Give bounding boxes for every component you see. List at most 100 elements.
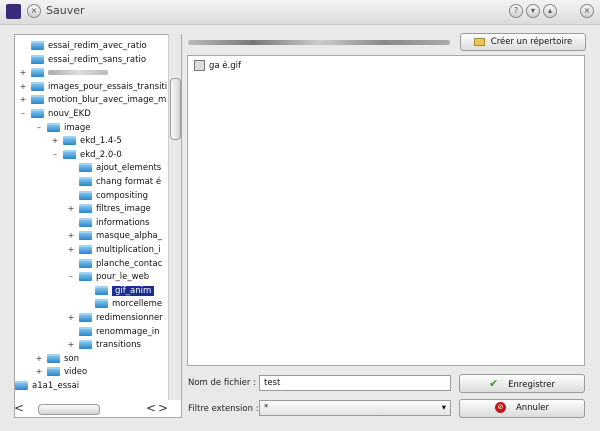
folder-icon bbox=[79, 177, 92, 186]
tree-item-label: planche_contac bbox=[96, 258, 163, 269]
tree-item[interactable]: – image bbox=[37, 121, 90, 135]
tree-item[interactable]: + images_pour_essais_transiti bbox=[20, 80, 168, 94]
tree-item[interactable]: + filtres_image bbox=[68, 202, 151, 216]
tree-item-label: redimensionner bbox=[96, 313, 163, 323]
minimize-icon[interactable]: ▾ bbox=[526, 4, 540, 18]
cancel-button[interactable]: ⊘ Annuler bbox=[459, 399, 585, 418]
new-folder-icon bbox=[473, 37, 485, 46]
expand-icon[interactable]: + bbox=[19, 93, 27, 107]
expand-icon[interactable]: + bbox=[19, 80, 27, 94]
save-button[interactable]: ✔ Enregistrer bbox=[459, 374, 585, 393]
path-breadcrumb[interactable] bbox=[188, 40, 450, 45]
window-menu-icon[interactable]: × bbox=[27, 4, 41, 18]
folder-icon bbox=[95, 285, 108, 295]
tree-vertical-scrollbar[interactable] bbox=[168, 34, 181, 400]
tree-item[interactable]: essai_redim_sans_ratio bbox=[31, 53, 146, 67]
window-title: Sauver bbox=[46, 4, 85, 17]
scroll-right-arrow-icon[interactable]: > bbox=[158, 401, 168, 415]
tree-item[interactable]: + ekd_1.4-5 bbox=[52, 134, 122, 148]
folder-icon bbox=[47, 122, 60, 132]
title-bar: × Sauver ? ▾ ▴ × bbox=[0, 0, 600, 25]
tree-item-label: morcelleme bbox=[112, 299, 163, 310]
tree-item[interactable]: chang format é bbox=[79, 175, 161, 189]
tree-item[interactable]: + motion_blur_avec_image_m bbox=[20, 93, 167, 107]
tree-item-label: motion_blur_avec_image_m bbox=[48, 95, 167, 106]
folder-icon bbox=[79, 340, 92, 350]
close-icon[interactable]: × bbox=[580, 4, 594, 18]
tree-item-label: images_pour_essais_transiti bbox=[48, 81, 168, 92]
filename-input[interactable]: test bbox=[259, 375, 451, 391]
collapse-icon[interactable]: – bbox=[67, 270, 75, 284]
maximize-icon[interactable]: ▴ bbox=[543, 4, 557, 18]
gif-file-icon bbox=[194, 60, 205, 71]
folder-icon bbox=[79, 258, 92, 268]
file-list[interactable]: ga é.gif bbox=[187, 55, 585, 366]
collapse-icon[interactable]: – bbox=[19, 107, 27, 121]
folder-icon bbox=[79, 163, 92, 173]
help-icon[interactable]: ? bbox=[509, 4, 523, 18]
tree-item[interactable]: + multiplication_i bbox=[68, 243, 161, 257]
tree-item-label: pour_le_web bbox=[96, 272, 150, 283]
expand-icon[interactable]: + bbox=[67, 229, 75, 243]
redacted-label bbox=[48, 70, 108, 76]
expand-icon[interactable]: + bbox=[67, 202, 75, 216]
tree-item-label: son bbox=[64, 353, 80, 364]
scroll-left-arrow-icon-2[interactable]: < bbox=[146, 401, 156, 415]
tree-item-label: ekd_1.4-5 bbox=[80, 136, 122, 147]
tree-item[interactable]: + video bbox=[36, 365, 87, 379]
tree-vscroll-thumb[interactable] bbox=[170, 78, 181, 140]
tree-item[interactable]: compositing bbox=[79, 189, 148, 203]
file-item[interactable]: ga é.gif bbox=[194, 60, 241, 71]
tree-item-label: nouv_EKD bbox=[48, 109, 91, 119]
expand-icon[interactable]: + bbox=[35, 352, 43, 366]
folder-icon bbox=[79, 245, 92, 254]
tree-item-label: transitions bbox=[96, 340, 141, 351]
tree-item[interactable]: planche_contac bbox=[79, 257, 162, 271]
filter-label: Filtre extension : bbox=[188, 404, 259, 414]
create-directory-button[interactable]: Créer un répertoire bbox=[460, 33, 586, 51]
tree-item[interactable]: – nouv_EKD bbox=[21, 107, 91, 121]
collapse-icon[interactable]: – bbox=[51, 148, 59, 162]
expand-icon[interactable]: + bbox=[67, 311, 75, 325]
tree-item[interactable]: gif_anim bbox=[95, 284, 155, 298]
tree-item[interactable]: + transitions bbox=[68, 338, 141, 352]
save-label: Enregistrer bbox=[508, 380, 556, 390]
tree-item-label: chang format é bbox=[96, 177, 162, 187]
tree-hscroll-thumb[interactable] bbox=[38, 404, 100, 415]
tree-item[interactable]: + bbox=[20, 66, 108, 80]
tree-item-label: masque_alpha_ bbox=[96, 231, 162, 242]
tree-item[interactable]: morcelleme bbox=[95, 297, 162, 311]
filter-select[interactable]: * ▾ bbox=[259, 400, 451, 416]
expand-icon[interactable]: + bbox=[19, 66, 27, 80]
filter-value: * bbox=[264, 403, 269, 413]
tree-item-label: gif_anim bbox=[112, 285, 155, 296]
tree-item[interactable]: renommage_in bbox=[79, 325, 160, 339]
expand-icon[interactable]: + bbox=[51, 134, 59, 148]
folder-icon bbox=[15, 381, 28, 390]
folder-icon bbox=[31, 54, 44, 64]
tree-item[interactable]: + redimensionner bbox=[68, 311, 163, 325]
folder-icon bbox=[31, 41, 44, 50]
collapse-icon[interactable]: – bbox=[35, 121, 43, 135]
tree-item[interactable]: essai_redim_avec_ratio bbox=[31, 39, 147, 53]
app-icon bbox=[6, 4, 21, 19]
cancel-label: Annuler bbox=[515, 403, 550, 413]
tree-item[interactable]: a1a1_essai bbox=[15, 379, 79, 393]
expand-icon[interactable]: + bbox=[67, 243, 75, 257]
tree-item[interactable]: – pour_le_web bbox=[69, 270, 150, 284]
scroll-left-arrow-icon[interactable]: < bbox=[14, 401, 24, 415]
folder-icon bbox=[47, 367, 60, 377]
chevron-down-icon: ▾ bbox=[441, 403, 446, 413]
tree-item[interactable]: + son bbox=[36, 352, 80, 366]
tree-item-label: compositing bbox=[96, 190, 149, 201]
expand-icon[interactable]: + bbox=[67, 338, 75, 352]
cancel-icon: ⊘ bbox=[494, 402, 506, 413]
folder-icon bbox=[79, 313, 92, 322]
folder-tree[interactable]: essai_redim_avec_ratio essai_redim_sans_r… bbox=[14, 34, 182, 418]
expand-icon[interactable]: + bbox=[35, 365, 43, 379]
tree-item[interactable]: informations bbox=[79, 216, 150, 230]
tree-item[interactable]: + masque_alpha_ bbox=[68, 229, 162, 243]
tree-horizontal-scrollbar[interactable]: < < > bbox=[14, 401, 168, 416]
tree-item[interactable]: – ekd_2.0-0 bbox=[53, 148, 122, 162]
tree-item[interactable]: ajout_elements bbox=[79, 161, 161, 175]
